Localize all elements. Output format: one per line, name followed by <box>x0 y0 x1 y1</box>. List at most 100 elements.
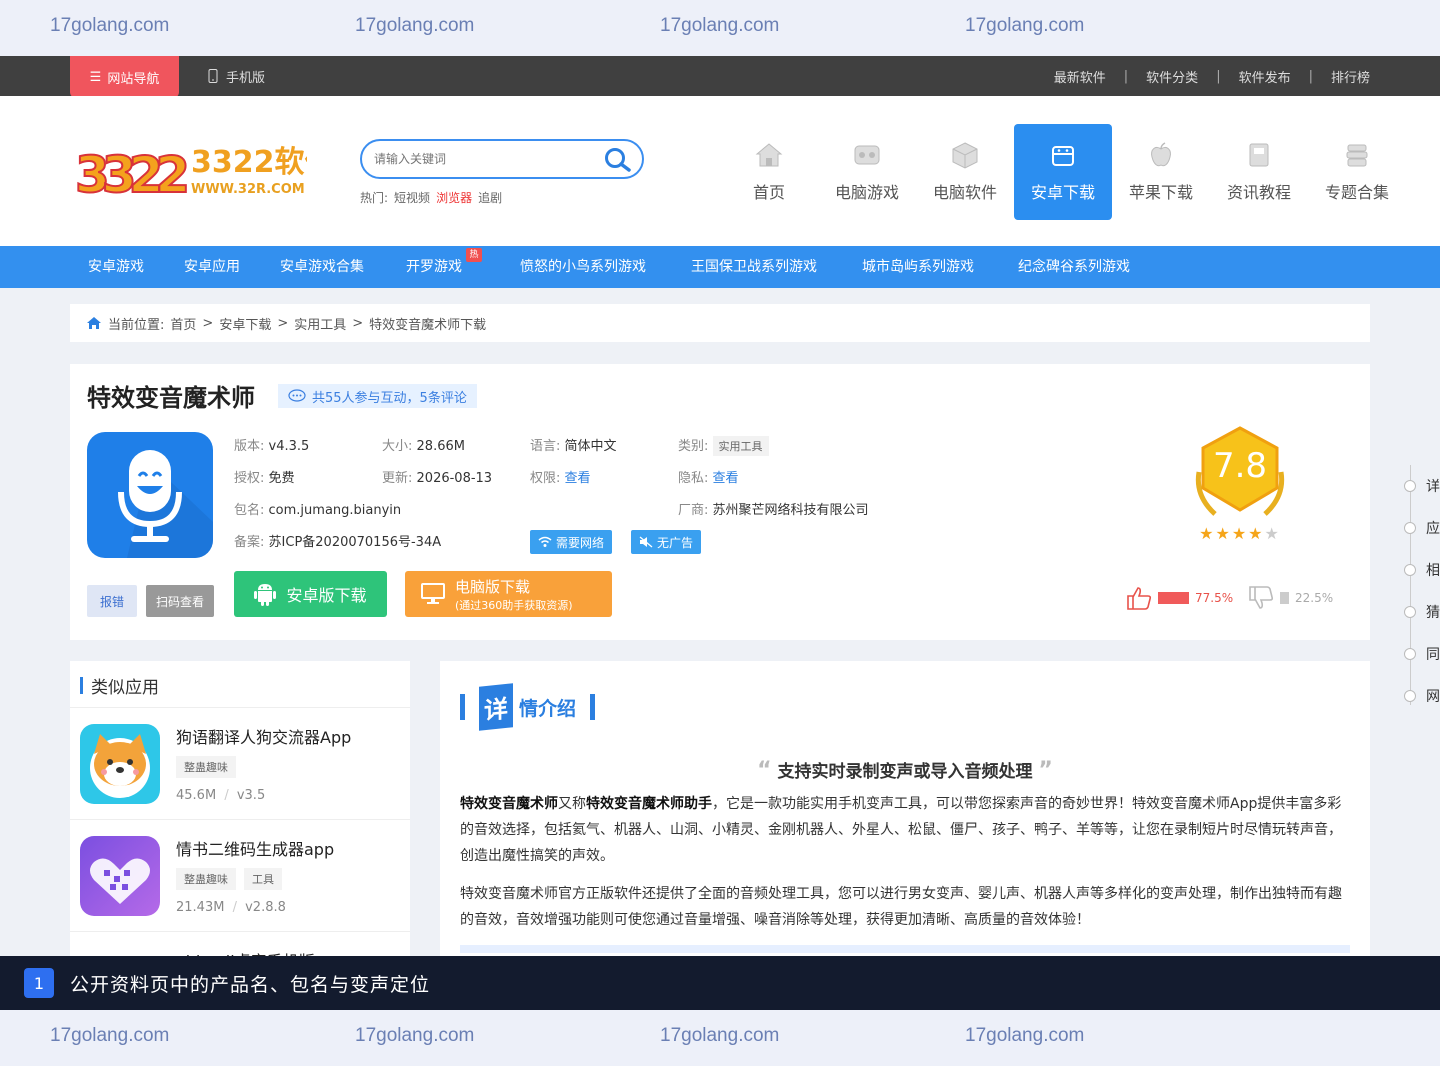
cat-kairo-games[interactable]: 开罗游戏 热 <box>406 246 482 288</box>
rail-item[interactable]: 详 <box>1426 476 1440 496</box>
detail-paragraph-2: 特效变音魔术师官方正版软件还提供了全面的音频处理工具，您可以进行男女变声、婴儿声… <box>460 886 1342 928</box>
mobile-link[interactable]: 手机版 <box>208 56 265 96</box>
top-link-ranking[interactable]: 排行榜 <box>1331 67 1370 86</box>
similar-apps-title: 类似应用 <box>80 673 159 698</box>
rail-item[interactable]: 相 <box>1426 560 1440 580</box>
list-item[interactable]: 情书二维码生成器app 整蛊趣味 工具 21.43M / v2.8.8 <box>70 819 410 931</box>
report-button[interactable]: 报错 <box>87 585 137 617</box>
android-download-button[interactable]: 安卓版下载 <box>234 571 387 617</box>
cat-city-island[interactable]: 城市岛屿系列游戏 <box>862 246 974 288</box>
android-icon <box>254 584 277 606</box>
top-link-latest[interactable]: 最新软件 <box>1054 67 1106 86</box>
package-value: com.jumang.bianyin <box>268 503 402 518</box>
update-value: 2026-08-13 <box>416 471 493 486</box>
nav-pc-software[interactable]: 电脑软件 <box>916 124 1014 220</box>
qr-view-button[interactable]: 扫码查看 <box>146 585 214 617</box>
icp-value: 苏ICP备2020070156号-34A <box>268 535 442 550</box>
app-thumb-dog <box>80 724 160 804</box>
crumb-tools[interactable]: 实用工具 <box>294 314 346 333</box>
top-link-category[interactable]: 软件分类 <box>1146 67 1198 86</box>
svg-text:3322: 3322 <box>75 146 186 200</box>
privacy-link[interactable]: 查看 <box>713 471 739 486</box>
hot-searches: 热门: 短视频 浏览器 追剧 <box>360 189 503 206</box>
crumb-home[interactable]: 首页 <box>170 314 196 333</box>
like-percent: 77.5% <box>1195 591 1234 605</box>
pc-download-button[interactable]: 电脑版下载 (通过360助手获取资源) <box>405 571 612 617</box>
watermark-text: 17golang.com <box>660 1025 780 1046</box>
rail-item[interactable]: 应 <box>1426 518 1440 538</box>
watermark-text: 17golang.com <box>660 15 780 36</box>
star-icon: ★ <box>1264 524 1281 543</box>
phone-icon <box>208 69 218 83</box>
section-rail: 详 应 相 猜 同 网 <box>1404 465 1440 706</box>
microphone-icon <box>87 432 213 558</box>
needs-network-pill: 需要网络 <box>530 530 613 554</box>
home-icon <box>755 143 783 167</box>
hot-item[interactable]: 短视频 <box>394 189 430 206</box>
app-name: 狗语翻译人狗交流器App <box>176 728 352 747</box>
top-link-publish[interactable]: 软件发布 <box>1239 67 1291 86</box>
watermark-text: 17golang.com <box>965 1025 1085 1046</box>
like-vote[interactable]: 77.5% <box>1126 586 1233 610</box>
stack-icon <box>1346 144 1368 167</box>
list-item[interactable]: 狗语翻译人狗交流器App 整蛊趣味 45.6M / v3.5 <box>70 707 410 819</box>
watermark-text: 17golang.com <box>50 15 170 36</box>
crumb-android[interactable]: 安卓下载 <box>219 314 271 333</box>
comment-badge[interactable]: 共55人参与互动，5条评论 <box>278 384 477 408</box>
search-icon[interactable] <box>604 147 632 173</box>
open-quote-icon: “ <box>757 758 772 783</box>
watermark-bar-top: 17golang.com 17golang.com 17golang.com 1… <box>0 0 1440 56</box>
header: 3322 3322软件站 WWW.32R.COM 热门: 短视频 浏览器 追剧 … <box>0 96 1440 246</box>
rail-item[interactable]: 同 <box>1426 644 1440 664</box>
app-tag[interactable]: 工具 <box>244 868 282 890</box>
heart-qr-icon <box>80 836 160 916</box>
dislike-vote[interactable]: 22.5% <box>1248 586 1333 610</box>
watermark-text: 17golang.com <box>50 1025 170 1046</box>
cat-kingdom-rush[interactable]: 王国保卫战系列游戏 <box>691 246 817 288</box>
no-ads-pill: 无广告 <box>631 530 702 554</box>
monitor-icon <box>421 583 445 604</box>
search-input[interactable] <box>374 152 594 166</box>
thumbs-up-icon <box>1127 587 1152 610</box>
dislike-bar <box>1280 592 1289 604</box>
box-icon <box>952 142 978 169</box>
dislike-percent: 22.5% <box>1295 591 1334 605</box>
rail-item[interactable]: 网 <box>1426 686 1440 706</box>
cat-angry-birds[interactable]: 愤怒的小鸟系列游戏 <box>520 246 646 288</box>
score-value: 7.8 <box>1213 446 1267 486</box>
book-icon <box>1249 143 1269 167</box>
nav-news[interactable]: 资讯教程 <box>1210 124 1308 220</box>
cat-monument-valley[interactable]: 纪念碑谷系列游戏 <box>1018 246 1130 288</box>
gamepad-icon <box>854 145 880 165</box>
category-tag[interactable]: 实用工具 <box>712 436 769 456</box>
cat-android-games[interactable]: 安卓游戏 <box>88 246 144 288</box>
nav-pc-games[interactable]: 电脑游戏 <box>818 124 916 220</box>
app-icon <box>87 432 213 558</box>
cat-android-collections[interactable]: 安卓游戏合集 <box>280 246 364 288</box>
app-tag[interactable]: 整蛊趣味 <box>176 868 236 890</box>
site-nav-button[interactable]: ☰ 网站导航 <box>70 56 179 98</box>
nav-topics[interactable]: 专题合集 <box>1308 124 1406 220</box>
caption-number: 1 <box>24 968 54 998</box>
nav-android[interactable]: 安卓下载 <box>1014 124 1112 220</box>
star-icon: ★ <box>1231 524 1249 543</box>
cat-android-apps[interactable]: 安卓应用 <box>184 246 240 288</box>
caption-text: 公开资料页中的产品名、包名与变声定位 <box>70 973 431 996</box>
like-bar <box>1158 592 1189 604</box>
watermark-text: 17golang.com <box>965 15 1085 36</box>
hot-item[interactable]: 追剧 <box>478 189 502 206</box>
app-tag[interactable]: 整蛊趣味 <box>176 756 236 778</box>
app-title: 特效变音魔术师 <box>87 384 255 412</box>
nav-apple[interactable]: 苹果下载 <box>1112 124 1210 220</box>
nav-home[interactable]: 首页 <box>720 124 818 220</box>
site-logo[interactable]: 3322 3322软件站 WWW.32R.COM <box>74 140 365 205</box>
hot-item[interactable]: 浏览器 <box>436 189 472 206</box>
logo-graphic: 3322 3322软件站 WWW.32R.COM <box>74 145 365 205</box>
watermark-text: 17golang.com <box>355 1025 475 1046</box>
similar-apps-panel: 类似应用 狗语翻译人狗交流器App 整蛊趣味 45.6M / v3.5 情书二维… <box>70 661 410 956</box>
rail-item[interactable]: 猜 <box>1426 602 1440 622</box>
size-value: 28.66M <box>416 439 465 454</box>
list-item[interactable]: ohimaji桌宠手机版 <box>70 931 410 956</box>
permission-link[interactable]: 查看 <box>565 471 591 486</box>
license-value: 免费 <box>268 471 295 486</box>
